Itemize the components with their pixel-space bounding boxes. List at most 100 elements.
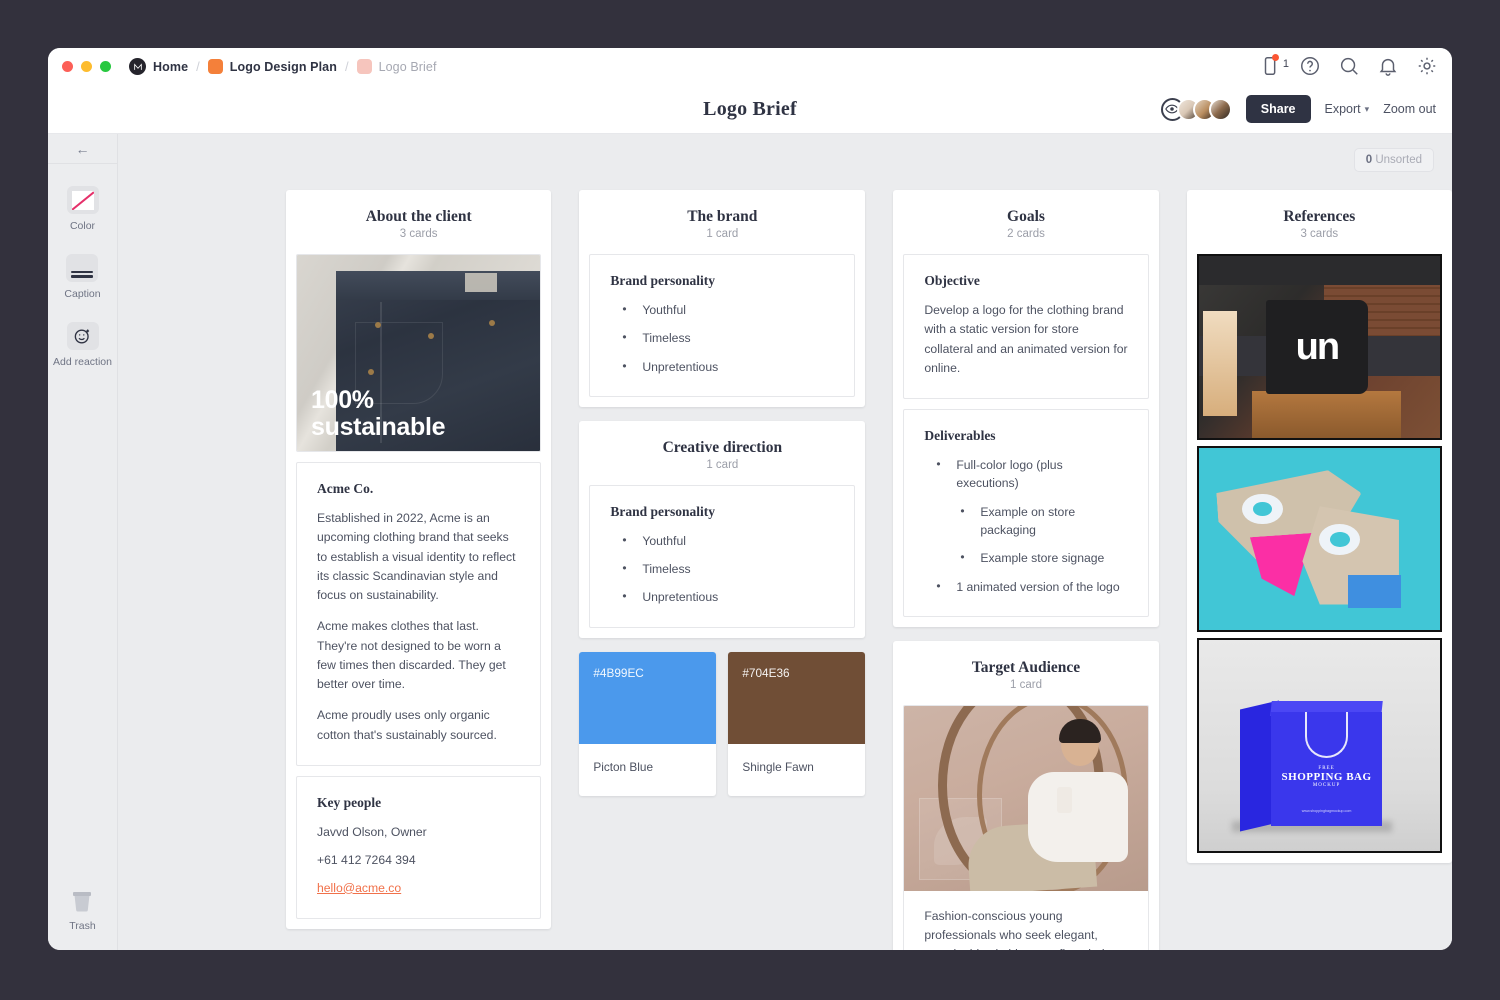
- card-paragraph: Fashion-conscious young professionals wh…: [924, 908, 1108, 950]
- left-toolbar: ← Color Caption Add reaction Trash: [48, 134, 118, 950]
- unsorted-count: 0: [1365, 154, 1373, 166]
- card-jeans-image[interactable]: 100% sustainable: [296, 254, 542, 452]
- person-image: [904, 705, 1148, 891]
- group-creative-direction[interactable]: Creative direction 1 card Brand personal…: [579, 420, 866, 638]
- card-title: Acme Co.: [317, 481, 374, 496]
- trash-button[interactable]: Trash: [69, 889, 96, 932]
- reference-image-swing-tags[interactable]: [1196, 446, 1442, 632]
- chevron-down-icon: ▾: [1364, 103, 1370, 114]
- card-target-audience[interactable]: Fashion-conscious young professionals wh…: [903, 704, 1149, 950]
- breadcrumb-item-home[interactable]: Home: [129, 58, 188, 75]
- list-item: Youthful: [610, 531, 834, 550]
- back-button[interactable]: ←: [48, 134, 117, 164]
- board-canvas[interactable]: 0 Unsorted About the client 3 cards 100%…: [118, 134, 1452, 950]
- window-titlebar: Home / Logo Design Plan / Logo Brief 1: [48, 48, 1452, 85]
- group-goals[interactable]: Goals 2 cards Objective Develop a logo f…: [893, 190, 1159, 627]
- card-paragraph: Develop a logo for the clothing brand wi…: [924, 303, 1128, 375]
- board-columns: About the client 3 cards 100% sustainabl…: [118, 150, 1452, 950]
- notifications-icon[interactable]: [1377, 55, 1399, 77]
- document-actions: Share Export ▾ Zoom out: [1160, 95, 1436, 123]
- color-swatch-icon: [66, 186, 99, 214]
- tool-caption[interactable]: Caption: [64, 254, 101, 300]
- column-about-the-client: About the client 3 cards 100% sustainabl…: [286, 190, 552, 929]
- titlebar-actions: 1: [1260, 54, 1438, 77]
- group-the-brand[interactable]: The brand 1 card Brand personality Youth…: [579, 190, 866, 407]
- group-header: Target Audience 1 card: [903, 659, 1148, 691]
- image-caption-line1: 100%: [311, 386, 374, 414]
- sign-logo-text: un: [1295, 325, 1340, 368]
- group-header: About the client 3 cards: [296, 208, 541, 240]
- group-title: Target Audience: [971, 658, 1081, 676]
- list-item: 1 animated version of the logo: [924, 577, 1127, 596]
- tool-add-reaction[interactable]: Add reaction: [53, 322, 112, 368]
- window-controls[interactable]: [62, 61, 111, 72]
- breadcrumb-label-logo-brief: Logo Brief: [378, 59, 437, 74]
- bullet-list: Full-color logo (plus executions) Exampl…: [924, 455, 1127, 596]
- close-window-button[interactable]: [62, 61, 73, 72]
- group-card-count: 3 cards: [399, 228, 438, 240]
- swatch-hex: #4B99EC: [593, 665, 644, 680]
- card-title: Key people: [317, 794, 382, 810]
- zoom-out-button[interactable]: Zoom out: [1383, 102, 1436, 116]
- group-card-count: 1 card: [706, 228, 739, 240]
- minimize-window-button[interactable]: [81, 61, 92, 72]
- swatch-shingle-fawn[interactable]: #704E36 Shingle Fawn: [728, 651, 866, 796]
- group-title: Creative direction: [662, 438, 783, 456]
- card-key-people[interactable]: Key people Javvd Olson, Owner +61 412 72…: [296, 775, 542, 919]
- orange-square-icon: [207, 59, 223, 74]
- card-deliverables[interactable]: Deliverables Full-color logo (plus execu…: [903, 409, 1149, 617]
- group-header: References 3 cards: [1197, 208, 1442, 240]
- image-caption-line2: sustainable: [311, 413, 446, 441]
- group-title: References: [1283, 208, 1356, 225]
- trash-label: Trash: [69, 920, 96, 932]
- breadcrumb-item-logo-brief[interactable]: Logo Brief: [356, 59, 437, 74]
- help-icon[interactable]: [1299, 55, 1321, 77]
- group-card-count: 3 cards: [1300, 228, 1339, 240]
- card-brand-personality[interactable]: Brand personality Youthful Timeless Unpr…: [589, 484, 856, 628]
- list-item: Unpretentious: [610, 357, 834, 376]
- unsorted-badge[interactable]: 0 Unsorted: [1353, 148, 1434, 172]
- breadcrumb: Home / Logo Design Plan / Logo Brief: [129, 58, 437, 75]
- group-references[interactable]: References 3 cards un FREE SHOPPING BAG …: [1186, 190, 1452, 863]
- tool-color[interactable]: Color: [66, 186, 99, 232]
- reference-image-storefront-sign[interactable]: un: [1196, 254, 1442, 440]
- key-person-email-link[interactable]: hello@acme.co: [317, 881, 401, 895]
- breadcrumb-item-logo-design-plan[interactable]: Logo Design Plan: [207, 59, 337, 74]
- share-button[interactable]: Share: [1245, 95, 1311, 123]
- swatch-color-fill: #704E36: [728, 651, 866, 744]
- breadcrumb-separator: /: [344, 59, 349, 74]
- card-objective[interactable]: Objective Develop a logo for the clothin…: [903, 254, 1149, 400]
- mobile-icon[interactable]: 1: [1260, 54, 1289, 77]
- group-target-audience[interactable]: Target Audience 1 card Fashion-conscious…: [893, 640, 1159, 950]
- search-icon[interactable]: [1338, 55, 1360, 77]
- pink-square-icon: [356, 59, 372, 74]
- card-title: Brand personality: [610, 273, 715, 288]
- swatch-color-fill: #4B99EC: [579, 651, 717, 744]
- maximize-window-button[interactable]: [100, 61, 111, 72]
- list-item: Unpretentious: [610, 587, 834, 606]
- key-person-phone: +61 412 7264 394: [317, 852, 416, 867]
- column-goals: Goals 2 cards Objective Develop a logo f…: [893, 190, 1159, 950]
- breadcrumb-label-logo-design-plan: Logo Design Plan: [229, 59, 337, 74]
- swatch-picton-blue[interactable]: #4B99EC Picton Blue: [579, 651, 717, 796]
- reference-image-shopping-bag[interactable]: FREE SHOPPING BAG MOCKUP www.shoppingbag…: [1196, 638, 1442, 853]
- group-title: Goals: [1007, 208, 1045, 225]
- group-header: The brand 1 card: [589, 208, 855, 240]
- milanote-logo-icon: [129, 58, 146, 75]
- jeans-image: 100% sustainable: [297, 255, 541, 451]
- group-title: About the client: [365, 208, 472, 225]
- avatar[interactable]: [1208, 97, 1232, 121]
- group-about-the-client[interactable]: About the client 3 cards 100% sustainabl…: [286, 190, 552, 929]
- group-header: Goals 2 cards: [903, 208, 1148, 240]
- card-acme-co[interactable]: Acme Co. Established in 2022, Acme is an…: [296, 462, 542, 766]
- list-item: Example on store packaging: [924, 502, 1127, 540]
- card-brand-personality[interactable]: Brand personality Youthful Timeless Unpr…: [589, 254, 856, 397]
- breadcrumb-label-home: Home: [153, 59, 189, 74]
- swatch-name: Picton Blue: [593, 759, 654, 774]
- collaborator-avatars[interactable]: [1160, 97, 1232, 121]
- list-item: Youthful: [610, 300, 834, 319]
- settings-icon[interactable]: [1416, 55, 1438, 77]
- unsorted-label: Unsorted: [1375, 154, 1422, 166]
- desktop-background: Home / Logo Design Plan / Logo Brief 1 L…: [0, 0, 1500, 1000]
- export-dropdown[interactable]: Export ▾: [1325, 102, 1370, 116]
